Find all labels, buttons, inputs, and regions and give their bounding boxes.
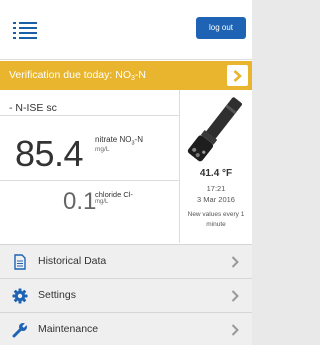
alert-open-button[interactable] (227, 65, 248, 86)
chloride-parameter-label: chloride Cl- (95, 190, 133, 199)
nitrate-value: 85.4 (15, 133, 84, 174)
hamburger-menu-icon[interactable] (13, 20, 37, 40)
nitrate-unit: mg/L (95, 146, 110, 153)
divider (0, 180, 179, 181)
nitrate-parameter-label: nitrate NO3-N (95, 135, 143, 147)
menu-item-maintenance[interactable]: Maintenance (0, 312, 252, 345)
sensor-name: - N-ISE sc (9, 102, 57, 114)
temperature-value: 41.4 °F (199, 168, 233, 179)
chevron-right-icon (231, 256, 239, 268)
divider (0, 115, 179, 116)
menu-item-label: Maintenance (38, 323, 99, 335)
document-icon (14, 254, 26, 270)
menu-item-label: Historical Data (38, 255, 107, 267)
chloride-value: 0.1 (63, 188, 97, 215)
gear-icon (12, 288, 28, 304)
refresh-note: New values every 1 minute (187, 211, 245, 228)
top-bar: log out (0, 0, 252, 60)
wrench-icon (12, 322, 28, 338)
chloride-unit: mg/L (95, 199, 109, 205)
chevron-right-icon (231, 324, 239, 336)
chevron-right-icon (233, 70, 242, 82)
reading-time: 17:21 (206, 184, 226, 193)
chevron-right-icon (231, 290, 239, 302)
sensor-probe-image (187, 97, 242, 162)
app-screen: log out Verification due today: NO3-N - … (0, 0, 252, 345)
alert-text: Verification due today: NO3-N (9, 69, 146, 82)
verification-alert-banner[interactable]: Verification due today: NO3-N (0, 61, 252, 90)
reading-date: 3 Mar 2016 (197, 195, 235, 204)
logout-button[interactable]: log out (196, 17, 246, 39)
menu-item-label: Settings (38, 289, 76, 301)
menu-item-settings[interactable]: Settings (0, 278, 252, 312)
menu-item-historical-data[interactable]: Historical Data (0, 244, 252, 278)
